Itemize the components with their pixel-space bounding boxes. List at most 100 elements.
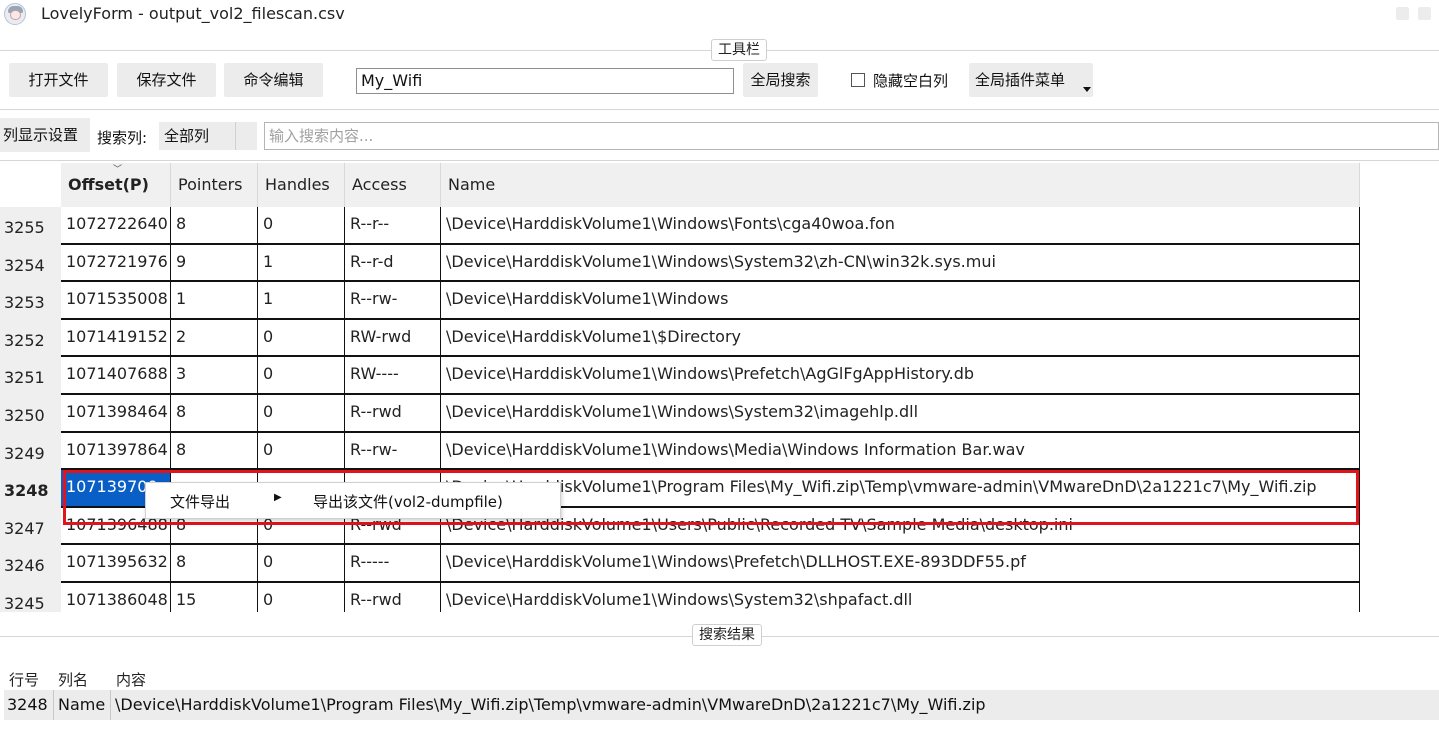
cell-access[interactable]: R--rw- <box>345 282 441 320</box>
cell-offset[interactable]: 1071419152 <box>61 319 171 358</box>
cell-access[interactable]: R--r-- <box>345 207 441 245</box>
cell-pointers[interactable]: 2 <box>171 319 258 358</box>
cell-access[interactable]: RW---- <box>345 357 441 395</box>
minimize-button[interactable] <box>1396 7 1409 20</box>
dropdown-caret-icon <box>1083 87 1091 92</box>
hide-empty-columns-label: 隐藏空白列 <box>873 72 949 90</box>
result-content[interactable]: \Device\HarddiskVolume1\Program Files\My… <box>112 690 1432 720</box>
cell-name[interactable]: \Device\HarddiskVolume1\Windows\System32… <box>441 244 1360 283</box>
global-plugin-menu-button[interactable]: 全局插件菜单 <box>969 63 1093 97</box>
menu-item-dump-file[interactable]: 导出该文件(vol2-dumpfile) <box>313 491 503 512</box>
row-number[interactable]: 3247 <box>0 507 61 546</box>
cell-pointers[interactable]: 8 <box>171 432 258 471</box>
row-number[interactable]: 3253 <box>0 282 61 320</box>
row-number[interactable]: 3254 <box>0 244 61 283</box>
table-row[interactable]: 3249 1071397864 8 0 R--rw- \Device\Hardd… <box>0 432 1360 471</box>
row-number[interactable]: 3255 <box>0 207 61 245</box>
cell-offset[interactable]: 1072722640 <box>61 207 171 245</box>
cell-pointers[interactable]: 3 <box>171 357 258 395</box>
cell-handles[interactable]: 0 <box>258 583 345 612</box>
row-number[interactable]: 3245 <box>0 583 61 612</box>
cell-name[interactable]: \Device\HarddiskVolume1\Windows\Media\Wi… <box>441 432 1360 471</box>
cell-pointers[interactable]: 8 <box>171 207 258 245</box>
cell-offset[interactable]: 1071535008 <box>61 282 171 320</box>
result-column-name[interactable]: Name <box>55 690 111 720</box>
cell-name[interactable]: \Device\HarddiskVolume1\Windows\Prefetch… <box>441 545 1360 583</box>
table-row[interactable]: 3253 1071535008 1 1 R--rw- \Device\Hardd… <box>0 282 1360 320</box>
cell-access[interactable]: RW-rwd <box>345 319 441 358</box>
column-display-settings-button[interactable]: 列显示设置 <box>0 118 90 152</box>
menu-item-file-export[interactable]: 文件导出 <box>170 491 230 512</box>
sort-indicator-icon: ﹀ <box>113 165 123 175</box>
cell-access[interactable]: R----- <box>345 545 441 583</box>
cell-handles[interactable]: 1 <box>258 282 345 320</box>
cell-name[interactable]: \Device\HarddiskVolume1\Windows\System32… <box>441 583 1360 612</box>
result-row[interactable]: 3248 Name \Device\HarddiskVolume1\Progra… <box>4 690 1439 720</box>
cell-offset[interactable]: 1071407688 <box>61 357 171 395</box>
table-row[interactable]: 3251 1071407688 3 0 RW---- \Device\Hardd… <box>0 357 1360 395</box>
cell-name[interactable]: \Device\HarddiskVolume1\$Directory <box>441 319 1360 358</box>
cell-name[interactable]: \Device\HarddiskVolume1\Windows <box>441 282 1360 320</box>
cell-handles[interactable]: 0 <box>258 207 345 245</box>
column-header-name[interactable]: Name <box>441 163 1360 207</box>
submenu-arrow-icon: ▶ <box>274 492 282 503</box>
close-button[interactable] <box>1418 7 1431 20</box>
cell-pointers[interactable]: 1 <box>171 282 258 320</box>
row-number[interactable]: 3250 <box>0 395 61 433</box>
table-row[interactable]: 3250 1071398464 8 0 R--rwd \Device\Hardd… <box>0 395 1360 433</box>
cell-handles[interactable]: 0 <box>258 545 345 583</box>
global-search-input[interactable]: My_Wifi <box>356 68 734 94</box>
global-plugin-menu-label: 全局插件菜单 <box>975 71 1066 89</box>
cell-handles[interactable]: 0 <box>258 395 345 433</box>
column-header-pointers[interactable]: Pointers <box>171 163 258 207</box>
cell-offset[interactable]: 1071398464 <box>61 395 171 433</box>
cell-handles[interactable]: 0 <box>258 432 345 471</box>
results-header-row: 行号 <box>9 671 40 689</box>
row-number[interactable]: 3251 <box>0 357 61 395</box>
hide-empty-columns-checkbox[interactable] <box>851 73 865 87</box>
save-file-button[interactable]: 保存文件 <box>117 63 216 97</box>
toolbar-caption: 工具栏 <box>711 39 767 61</box>
row-number[interactable]: 3252 <box>0 319 61 358</box>
command-edit-button[interactable]: 命令编辑 <box>224 63 323 97</box>
search-column-label: 搜索列: <box>97 129 148 147</box>
cell-handles[interactable]: 0 <box>258 319 345 358</box>
cell-name[interactable]: \Device\HarddiskVolume1\Windows\Fonts\cg… <box>441 207 1360 245</box>
cell-access[interactable]: R--rwd <box>345 583 441 612</box>
open-file-button[interactable]: 打开文件 <box>9 63 108 97</box>
results-header-column: 列名 <box>58 671 89 689</box>
cell-pointers[interactable]: 15 <box>171 583 258 612</box>
column-header-handles[interactable]: Handles <box>258 163 345 207</box>
cell-access[interactable]: R--rw- <box>345 432 441 471</box>
table-row[interactable]: 3246 1071395632 8 0 R----- \Device\Hardd… <box>0 545 1360 583</box>
cell-offset[interactable]: 1071397864 <box>61 432 171 471</box>
cell-access[interactable]: R--rwd <box>345 395 441 433</box>
cell-offset[interactable]: 1071386048 <box>61 583 171 612</box>
search-column-select[interactable]: 全部列 <box>159 122 257 150</box>
cell-pointers[interactable]: 8 <box>171 545 258 583</box>
cell-handles[interactable]: 1 <box>258 244 345 283</box>
table-row[interactable]: 3255 1072722640 8 0 R--r-- \Device\Hardd… <box>0 207 1360 245</box>
cell-name[interactable]: \Device\HarddiskVolume1\Windows\Prefetch… <box>441 357 1360 395</box>
table-row[interactable]: 3254 1072721976 9 1 R--r-d \Device\Hardd… <box>0 244 1360 283</box>
results-caption: 搜索结果 <box>692 624 762 646</box>
cell-offset[interactable]: 1072721976 <box>61 244 171 283</box>
result-row-number[interactable]: 3248 <box>4 690 54 720</box>
row-number[interactable]: 3248 <box>0 470 61 508</box>
global-search-button[interactable]: 全局搜索 <box>743 63 818 97</box>
row-number[interactable]: 3249 <box>0 432 61 471</box>
search-results-group <box>0 636 1439 737</box>
cell-pointers[interactable]: 8 <box>171 395 258 433</box>
cell-access[interactable]: R--r-d <box>345 244 441 283</box>
row-number[interactable]: 3246 <box>0 545 61 583</box>
cell-offset[interactable]: 1071395632 <box>61 545 171 583</box>
column-header-access[interactable]: Access <box>345 163 441 207</box>
table-row[interactable]: 3245 1071386048 15 0 R--rwd \Device\Hard… <box>0 583 1360 612</box>
title-bar: LovelyForm - output_vol2_filescan.csv <box>0 0 1439 30</box>
cell-name[interactable]: \Device\HarddiskVolume1\Windows\System32… <box>441 395 1360 433</box>
table-row[interactable]: 3252 1071419152 2 0 RW-rwd \Device\Hardd… <box>0 319 1360 358</box>
context-menu: 文件导出 ▶ 导出该文件(vol2-dumpfile) <box>145 482 561 519</box>
search-content-input[interactable]: 输入搜索内容... <box>264 122 1439 150</box>
cell-handles[interactable]: 0 <box>258 357 345 395</box>
cell-pointers[interactable]: 9 <box>171 244 258 283</box>
